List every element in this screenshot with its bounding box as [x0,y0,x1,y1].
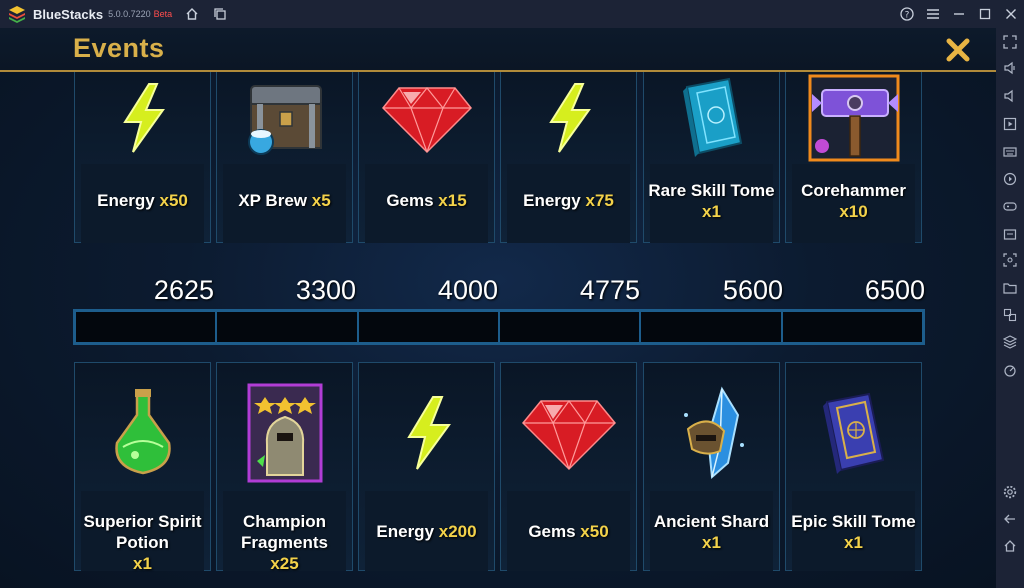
reward-quantity: x1 [702,533,721,552]
reward-quantity: x1 [133,554,152,573]
svg-text:?: ? [905,11,910,21]
eco-mode-icon[interactable] [1002,362,1018,378]
reward-card[interactable]: Gems x50 [500,362,637,571]
keyboard-icon[interactable] [1002,144,1018,160]
progress-segment [217,312,359,342]
event-progress-bar [73,309,925,345]
rare-skill-tome-icon [644,72,779,164]
reward-card[interactable]: Energy x50 [74,72,211,243]
epic-skill-tome-icon [786,375,921,491]
gamepad-icon[interactable] [1002,198,1018,214]
back-arrow-icon[interactable] [1002,511,1018,527]
reward-quantity: x5 [311,191,331,210]
milestone-value: 4775 [579,275,640,305]
window-titlebar: BlueStacks 5.0.0.7220 Beta ? [0,0,1024,28]
close-window-icon[interactable] [998,0,1024,28]
reward-name: Champion Fragments [241,512,328,552]
milestone-value: 6500 [864,275,925,305]
reward-name: Gems [386,191,434,210]
reward-quantity: x25 [270,554,299,573]
xp-brew-chest-icon [217,72,352,164]
reward-card[interactable]: XP Brew x5 [216,72,353,243]
reward-card[interactable]: Energy x200 [358,362,495,571]
reward-quantity: x10 [839,202,868,221]
video-icon[interactable] [1002,116,1018,132]
android-home-icon[interactable] [1002,538,1018,554]
reward-name: Superior Spirit Potion [83,512,202,552]
multi-window-icon[interactable] [1002,307,1018,323]
progress-segment [359,312,500,342]
maximize-icon[interactable] [972,0,998,28]
minimize-icon[interactable] [946,0,972,28]
reward-card[interactable]: Champion Fragments x25 [216,362,353,573]
red-gem-icon [501,375,636,491]
volume-down-icon[interactable] [1002,88,1018,104]
reward-name: Corehammer [801,181,906,200]
reward-card[interactable]: Energy x75 [500,72,637,243]
close-events-button[interactable] [945,37,971,63]
reward-name: Energy [97,191,155,210]
reward-name: Energy [376,522,435,541]
menu-icon[interactable] [920,0,946,28]
reward-name: XP Brew [238,191,307,210]
fullscreen-icon[interactable] [1002,34,1018,50]
reward-quantity: x1 [702,202,721,221]
macro-icon[interactable] [1002,171,1018,187]
progress-segment [783,312,922,342]
champion-card-icon [217,375,352,491]
reward-name: Epic Skill Tome [791,512,916,531]
screenshot-icon[interactable] [1002,252,1018,268]
multi-instance-icon[interactable] [212,6,228,22]
energy-bolt-icon [75,72,210,164]
milestone-value: 4000 [437,275,498,305]
reward-quantity: x1 [844,533,863,552]
page-title: Events [73,33,165,63]
energy-bolt-icon [501,72,636,164]
milestone-value: 2625 [153,275,214,305]
help-icon[interactable]: ? [894,0,920,28]
reward-card[interactable]: Ancient Shard x1 [643,362,780,571]
events-header: Events [0,28,996,72]
reward-quantity: x50 [580,522,609,541]
reward-quantity: x50 [159,191,188,210]
folder-icon[interactable] [1002,280,1018,296]
bluestacks-sidebar [996,28,1024,588]
progress-segment [500,312,642,342]
apk-install-icon[interactable] [1002,226,1018,242]
reward-card[interactable]: Corehammer x10 [785,72,922,243]
ancient-shard-icon [644,375,779,491]
spirit-potion-icon [75,375,210,491]
progress-segment [76,312,218,342]
reward-card[interactable]: Rare Skill Tome x1 [643,72,780,243]
volume-up-icon[interactable] [1002,60,1018,76]
game-viewport: Events Energy x50 XP Brew x5 Gems x15 En… [0,28,996,588]
close-icon [946,38,970,62]
reward-name: Energy [523,191,581,210]
bluestacks-logo-icon [6,3,28,25]
milestone-value: 5600 [722,275,783,305]
reward-quantity: x200 [438,522,477,541]
reward-card[interactable]: Gems x15 [358,72,495,243]
app-name: BlueStacks [33,6,104,22]
beta-badge: Beta [153,9,173,19]
progress-segment [641,312,783,342]
energy-bolt-icon [359,375,494,491]
reward-quantity: x75 [585,191,614,210]
app-version: 5.0.0.7220 [108,9,151,19]
settings-gear-icon[interactable] [1002,484,1018,500]
reward-card[interactable]: Superior Spirit Potion x1 [74,362,211,573]
reward-name: Gems [528,522,576,541]
reward-name: Ancient Shard [653,512,770,531]
milestone-value: 3300 [295,275,356,305]
reward-card[interactable]: Epic Skill Tome x1 [785,362,922,571]
home-icon[interactable] [184,6,200,22]
reward-name: Rare Skill Tome [648,181,775,200]
layers-icon[interactable] [1002,334,1018,350]
reward-quantity: x15 [438,191,467,210]
red-gem-icon [359,72,494,164]
corehammer-icon [786,72,921,164]
